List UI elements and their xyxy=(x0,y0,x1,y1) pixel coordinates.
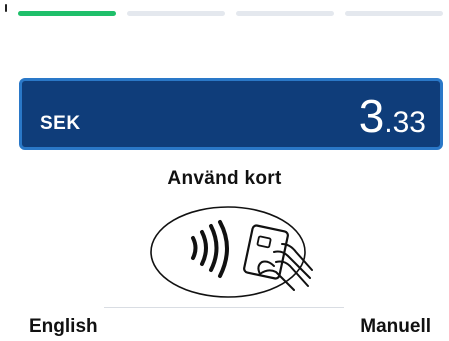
progress-indicator xyxy=(18,11,443,16)
contactless-card-tap-icon xyxy=(150,206,313,298)
manual-entry-button[interactable]: Manuell xyxy=(360,316,431,338)
language-button[interactable]: English xyxy=(29,316,98,338)
progress-step-3 xyxy=(236,11,334,16)
progress-step-1 xyxy=(18,11,116,16)
amount-display: SEK 3.33 xyxy=(19,78,443,150)
instruction-text: Använd kort xyxy=(167,168,282,189)
amount-value: 3.33 xyxy=(359,93,426,139)
amount-integer: 3 xyxy=(358,90,385,142)
payment-terminal-screen: SEK 3.33 Använd kort English Manuell xyxy=(0,0,449,341)
amount-decimal: .33 xyxy=(384,106,426,139)
footer-divider xyxy=(104,307,344,308)
corner-mark xyxy=(5,4,7,12)
currency-code: SEK xyxy=(40,113,81,134)
progress-step-2 xyxy=(127,11,225,16)
progress-step-4 xyxy=(345,11,443,16)
